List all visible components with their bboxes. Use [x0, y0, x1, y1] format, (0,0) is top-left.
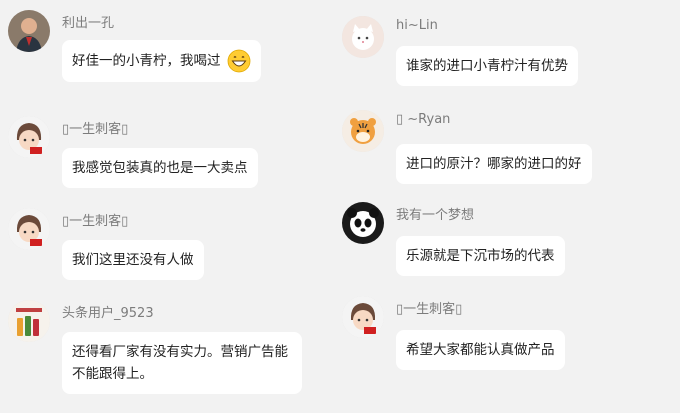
product-bottles-avatar[interactable] [8, 300, 50, 342]
white-cat-avatar[interactable] [342, 16, 384, 58]
username[interactable]: ▯ ~Ryan [396, 112, 450, 127]
comment-text: 还得看厂家有没有实力。营销广告能不能跟得上。 [72, 344, 288, 382]
comment-bubble: 好佳一的小青柠，我喝过 [62, 40, 261, 82]
grinning-face-emoji [227, 49, 251, 73]
username[interactable]: 我有一个梦想 [396, 204, 474, 223]
cartoon-girl-avatar[interactable] [8, 116, 50, 158]
username[interactable]: 头条用户_9523 [62, 302, 154, 321]
username[interactable]: ▯一生刺客▯ [396, 298, 462, 317]
comment-bubble: 还得看厂家有没有实力。营销广告能不能跟得上。 [62, 332, 302, 394]
comment-text: 谁家的进口小青柠汁有优势 [406, 58, 568, 74]
panda-avatar[interactable] [342, 202, 384, 244]
username[interactable]: ▯一生刺客▯ [62, 118, 128, 137]
comment-bubble: 谁家的进口小青柠汁有优势 [396, 46, 578, 86]
username[interactable]: ▯一生刺客▯ [62, 210, 128, 229]
comment-bubble: 我感觉包装真的也是一大卖点 [62, 148, 258, 188]
username[interactable]: hi~Lin [396, 18, 438, 33]
comment-text: 乐源就是下沉市场的代表 [406, 248, 555, 264]
comment-text: 我感觉包装真的也是一大卖点 [72, 160, 248, 176]
man-in-suit-avatar[interactable] [8, 10, 50, 52]
tiger-avatar[interactable] [342, 110, 384, 152]
comment-text: 好佳一的小青柠，我喝过 [72, 53, 221, 69]
cartoon-girl-avatar[interactable] [342, 296, 384, 338]
comment-bubble: 进口的原汁？哪家的进口的好 [396, 144, 592, 184]
comment-text: 进口的原汁？哪家的进口的好 [406, 156, 582, 172]
cartoon-girl-avatar[interactable] [8, 208, 50, 250]
comment-bubble: 乐源就是下沉市场的代表 [396, 236, 565, 276]
comment-text: 希望大家都能认真做产品 [406, 342, 555, 358]
comment-bubble: 我们这里还没有人做 [62, 240, 204, 280]
comment-bubble: 希望大家都能认真做产品 [396, 330, 565, 370]
comment-text: 我们这里还没有人做 [72, 252, 194, 268]
username[interactable]: 利出一孔 [62, 12, 114, 31]
